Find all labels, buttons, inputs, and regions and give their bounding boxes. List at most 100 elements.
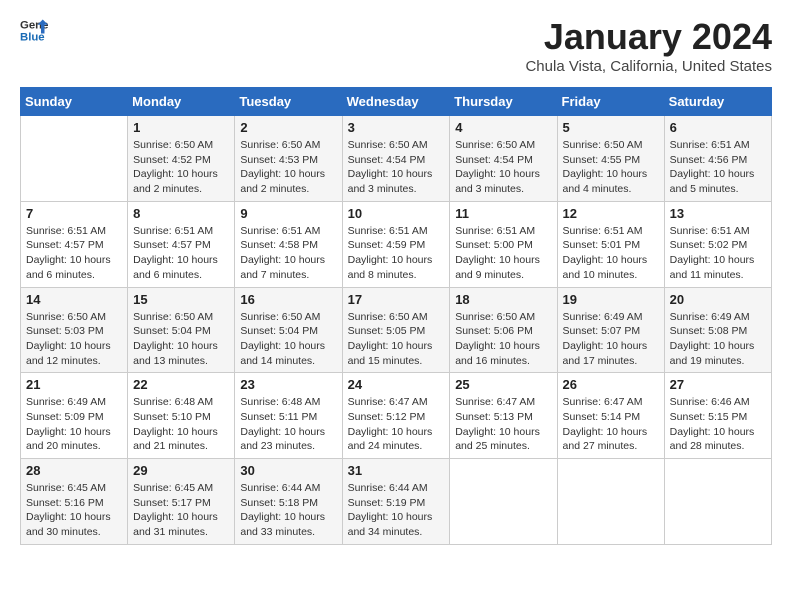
- day-info: Sunrise: 6:46 AMSunset: 5:15 PMDaylight:…: [670, 395, 766, 454]
- day-info: Sunrise: 6:50 AMSunset: 4:53 PMDaylight:…: [240, 138, 336, 197]
- week-row-5: 28 Sunrise: 6:45 AMSunset: 5:16 PMDayligh…: [21, 459, 772, 545]
- day-number: 16: [240, 292, 336, 307]
- day-cell: 29Sunrise: 6:45 AMSunset: 5:17 PMDayligh…: [128, 459, 235, 545]
- day-info: Sunrise: 6:49 AMSunset: 5:07 PMDaylight:…: [563, 310, 659, 369]
- day-number: 23: [240, 377, 336, 392]
- day-info: Sunrise: 6:51 AMSunset: 4:56 PMDaylight:…: [670, 138, 766, 197]
- day-cell: [664, 459, 771, 545]
- day-number: 18: [455, 292, 551, 307]
- day-cell: 19 Sunrise: 6:49 AMSunset: 5:07 PMDayligh…: [557, 287, 664, 373]
- day-number: 9: [240, 206, 336, 221]
- calendar-subtitle: Chula Vista, California, United States: [525, 58, 772, 75]
- svg-text:Blue: Blue: [20, 32, 45, 44]
- day-number: 20: [670, 292, 766, 307]
- day-cell: 20Sunrise: 6:49 AMSunset: 5:08 PMDayligh…: [664, 287, 771, 373]
- day-cell: 18 Sunrise: 6:50 AMSunset: 5:06 PMDayligh…: [450, 287, 557, 373]
- week-row-2: 7Sunrise: 6:51 AMSunset: 4:57 PMDaylight…: [21, 201, 772, 287]
- day-info: Sunrise: 6:50 AMSunset: 5:06 PMDaylight:…: [455, 310, 551, 369]
- calendar-header: SundayMondayTuesdayWednesdayThursdayFrid…: [21, 88, 772, 116]
- calendar-title: January 2024: [525, 16, 772, 58]
- day-info: Sunrise: 6:44 AMSunset: 5:18 PMDaylight:…: [240, 481, 336, 540]
- day-info: Sunrise: 6:47 AMSunset: 5:12 PMDaylight:…: [348, 395, 445, 454]
- day-cell: 22 Sunrise: 6:48 AMSunset: 5:10 PMDayligh…: [128, 373, 235, 459]
- header-cell-monday: Monday: [128, 88, 235, 116]
- header-cell-tuesday: Tuesday: [235, 88, 342, 116]
- day-cell: 1 Sunrise: 6:50 AMSunset: 4:52 PMDaylight…: [128, 116, 235, 202]
- day-number: 26: [563, 377, 659, 392]
- day-number: 22: [133, 377, 229, 392]
- day-cell: 2Sunrise: 6:50 AMSunset: 4:53 PMDaylight…: [235, 116, 342, 202]
- day-info: Sunrise: 6:50 AMSunset: 5:03 PMDaylight:…: [26, 310, 122, 369]
- day-info: Sunrise: 6:50 AMSunset: 4:55 PMDaylight:…: [563, 138, 659, 197]
- day-number: 4: [455, 120, 551, 135]
- day-info: Sunrise: 6:45 AMSunset: 5:16 PMDaylight:…: [26, 481, 122, 540]
- day-cell: 3Sunrise: 6:50 AMSunset: 4:54 PMDaylight…: [342, 116, 450, 202]
- day-info: Sunrise: 6:51 AMSunset: 4:59 PMDaylight:…: [348, 224, 445, 283]
- day-cell: 17 Sunrise: 6:50 AMSunset: 5:05 PMDayligh…: [342, 287, 450, 373]
- day-number: 14: [26, 292, 122, 307]
- day-info: Sunrise: 6:48 AMSunset: 5:10 PMDaylight:…: [133, 395, 229, 454]
- day-cell: 15 Sunrise: 6:50 AMSunset: 5:04 PMDayligh…: [128, 287, 235, 373]
- day-cell: 28 Sunrise: 6:45 AMSunset: 5:16 PMDayligh…: [21, 459, 128, 545]
- day-number: 15: [133, 292, 229, 307]
- header-cell-friday: Friday: [557, 88, 664, 116]
- day-cell: [450, 459, 557, 545]
- day-cell: 11Sunrise: 6:51 AMSunset: 5:00 PMDayligh…: [450, 201, 557, 287]
- header-cell-saturday: Saturday: [664, 88, 771, 116]
- day-cell: 31 Sunrise: 6:44 AMSunset: 5:19 PMDayligh…: [342, 459, 450, 545]
- day-cell: 9 Sunrise: 6:51 AMSunset: 4:58 PMDaylight…: [235, 201, 342, 287]
- day-cell: 25 Sunrise: 6:47 AMSunset: 5:13 PMDayligh…: [450, 373, 557, 459]
- day-info: Sunrise: 6:50 AMSunset: 4:54 PMDaylight:…: [455, 138, 551, 197]
- day-cell: 26 Sunrise: 6:47 AMSunset: 5:14 PMDayligh…: [557, 373, 664, 459]
- day-info: Sunrise: 6:45 AMSunset: 5:17 PMDaylight:…: [133, 481, 229, 540]
- day-number: 21: [26, 377, 122, 392]
- header: General Blue January 2024 Chula Vista, C…: [20, 16, 772, 75]
- day-cell: 8Sunrise: 6:51 AMSunset: 4:57 PMDaylight…: [128, 201, 235, 287]
- day-number: 11: [455, 206, 551, 221]
- title-area: January 2024 Chula Vista, California, Un…: [525, 16, 772, 75]
- day-info: Sunrise: 6:44 AMSunset: 5:19 PMDaylight:…: [348, 481, 445, 540]
- day-info: Sunrise: 6:47 AMSunset: 5:14 PMDaylight:…: [563, 395, 659, 454]
- week-row-4: 21Sunrise: 6:49 AMSunset: 5:09 PMDayligh…: [21, 373, 772, 459]
- day-info: Sunrise: 6:51 AMSunset: 4:57 PMDaylight:…: [26, 224, 122, 283]
- day-number: 30: [240, 463, 336, 478]
- day-number: 19: [563, 292, 659, 307]
- day-cell: 13Sunrise: 6:51 AMSunset: 5:02 PMDayligh…: [664, 201, 771, 287]
- day-number: 25: [455, 377, 551, 392]
- day-number: 17: [348, 292, 445, 307]
- day-number: 28: [26, 463, 122, 478]
- day-number: 12: [563, 206, 659, 221]
- logo: General Blue: [20, 16, 48, 44]
- header-row: SundayMondayTuesdayWednesdayThursdayFrid…: [21, 88, 772, 116]
- day-number: 6: [670, 120, 766, 135]
- day-number: 31: [348, 463, 445, 478]
- day-info: Sunrise: 6:51 AMSunset: 5:02 PMDaylight:…: [670, 224, 766, 283]
- day-cell: 16Sunrise: 6:50 AMSunset: 5:04 PMDayligh…: [235, 287, 342, 373]
- day-info: Sunrise: 6:51 AMSunset: 4:58 PMDaylight:…: [240, 224, 336, 283]
- day-info: Sunrise: 6:50 AMSunset: 5:05 PMDaylight:…: [348, 310, 445, 369]
- day-info: Sunrise: 6:51 AMSunset: 5:01 PMDaylight:…: [563, 224, 659, 283]
- logo-icon: General Blue: [20, 16, 48, 44]
- day-number: 24: [348, 377, 445, 392]
- day-cell: 4 Sunrise: 6:50 AMSunset: 4:54 PMDaylight…: [450, 116, 557, 202]
- day-cell: 23 Sunrise: 6:48 AMSunset: 5:11 PMDayligh…: [235, 373, 342, 459]
- day-cell: 24 Sunrise: 6:47 AMSunset: 5:12 PMDayligh…: [342, 373, 450, 459]
- header-cell-thursday: Thursday: [450, 88, 557, 116]
- day-info: Sunrise: 6:47 AMSunset: 5:13 PMDaylight:…: [455, 395, 551, 454]
- day-cell: 21Sunrise: 6:49 AMSunset: 5:09 PMDayligh…: [21, 373, 128, 459]
- day-info: Sunrise: 6:51 AMSunset: 4:57 PMDaylight:…: [133, 224, 229, 283]
- day-number: 3: [348, 120, 445, 135]
- day-info: Sunrise: 6:50 AMSunset: 4:52 PMDaylight:…: [133, 138, 229, 197]
- day-cell: 12 Sunrise: 6:51 AMSunset: 5:01 PMDayligh…: [557, 201, 664, 287]
- day-cell: 10Sunrise: 6:51 AMSunset: 4:59 PMDayligh…: [342, 201, 450, 287]
- day-info: Sunrise: 6:50 AMSunset: 5:04 PMDaylight:…: [133, 310, 229, 369]
- day-cell: 7Sunrise: 6:51 AMSunset: 4:57 PMDaylight…: [21, 201, 128, 287]
- day-number: 27: [670, 377, 766, 392]
- day-number: 1: [133, 120, 229, 135]
- day-cell: [21, 116, 128, 202]
- header-cell-sunday: Sunday: [21, 88, 128, 116]
- day-cell: 5Sunrise: 6:50 AMSunset: 4:55 PMDaylight…: [557, 116, 664, 202]
- day-info: Sunrise: 6:48 AMSunset: 5:11 PMDaylight:…: [240, 395, 336, 454]
- day-cell: 14 Sunrise: 6:50 AMSunset: 5:03 PMDayligh…: [21, 287, 128, 373]
- week-row-3: 14 Sunrise: 6:50 AMSunset: 5:03 PMDayligh…: [21, 287, 772, 373]
